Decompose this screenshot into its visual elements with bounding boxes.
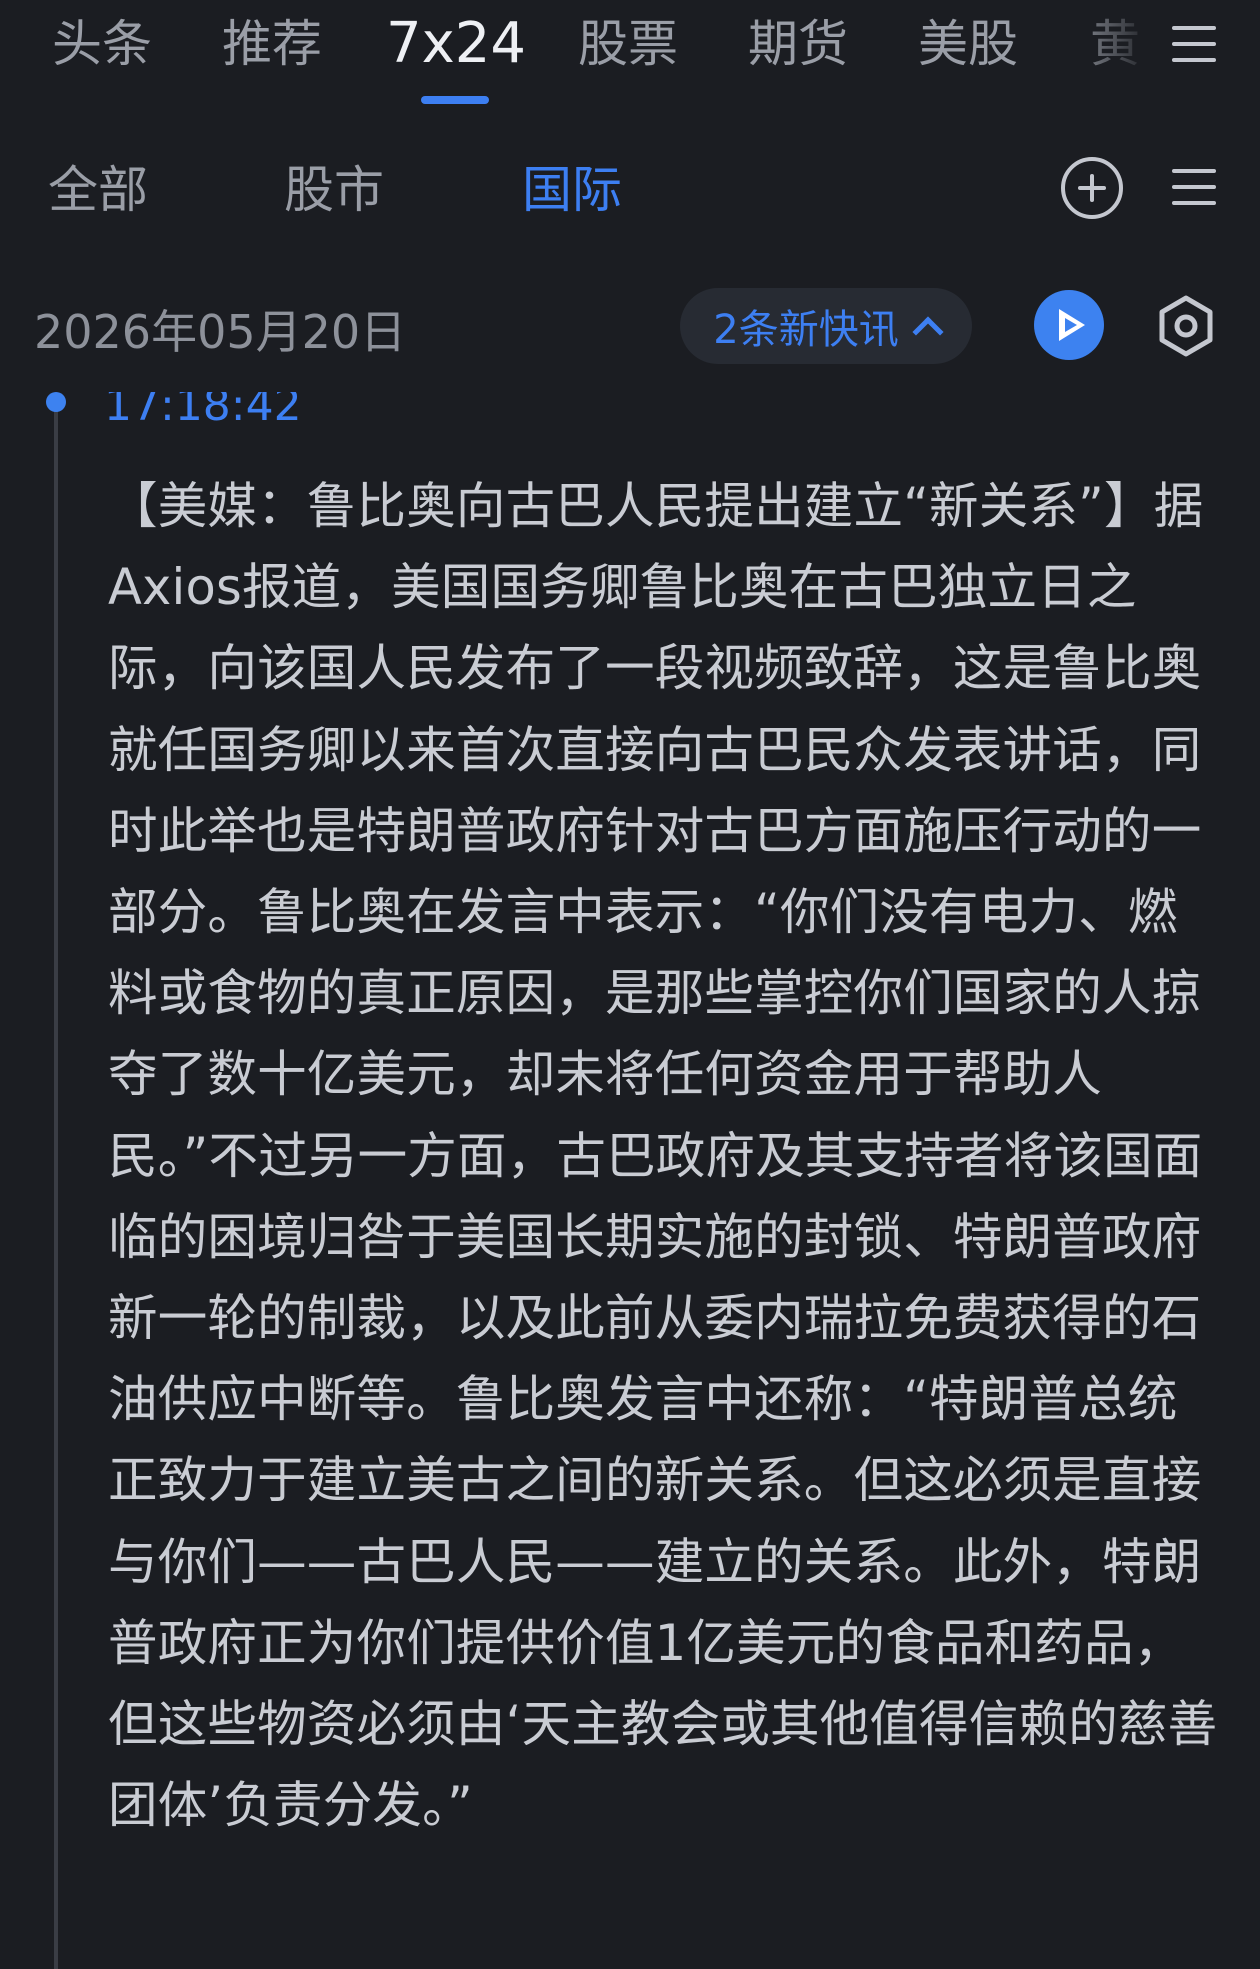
chevron-up-icon bbox=[912, 316, 944, 348]
tab-stocks[interactable]: 股票 bbox=[578, 6, 678, 82]
timeline-dot bbox=[46, 392, 66, 412]
tab-futures[interactable]: 期货 bbox=[748, 6, 848, 82]
add-circle-icon[interactable] bbox=[1061, 157, 1123, 219]
tab-us-stocks[interactable]: 美股 bbox=[918, 6, 1018, 82]
news-content[interactable]: 【美媒：鲁比奥向古巴人民提出建立“新关系”】据Axios报道，美国国务卿鲁比奥在… bbox=[108, 466, 1224, 1846]
tab-overflow-fade bbox=[1060, 0, 1170, 100]
app-root: 头条 推荐 7x24 股票 期货 美股 黄 全部 股市 国际 2026年05月2… bbox=[0, 0, 1260, 1969]
tab-recommended[interactable]: 推荐 bbox=[222, 6, 322, 82]
timeline-line bbox=[54, 404, 58, 1969]
tab-7x24-label: 7x24 bbox=[386, 11, 527, 76]
play-button[interactable] bbox=[1034, 290, 1104, 360]
subtab-all[interactable]: 全部 bbox=[48, 150, 148, 230]
feed-date: 2026年05月20日 bbox=[34, 305, 407, 359]
tab-headlines[interactable]: 头条 bbox=[52, 6, 152, 82]
sub-menu-icon[interactable] bbox=[1172, 167, 1216, 207]
channel-tab-bar: 头条 推荐 7x24 股票 期货 美股 黄 bbox=[0, 0, 1260, 112]
new-flash-button[interactable]: 2条新快讯 bbox=[680, 288, 972, 364]
subtab-international[interactable]: 国际 bbox=[522, 150, 622, 230]
sticky-header-clip bbox=[80, 364, 480, 392]
subtab-stock-market[interactable]: 股市 bbox=[284, 150, 384, 230]
settings-icon[interactable] bbox=[1154, 294, 1218, 358]
tab-7x24[interactable]: 7x24 bbox=[386, 6, 527, 104]
new-flash-label: 2条新快讯 bbox=[713, 307, 899, 353]
active-tab-indicator bbox=[421, 96, 489, 104]
menu-icon[interactable] bbox=[1172, 24, 1216, 64]
